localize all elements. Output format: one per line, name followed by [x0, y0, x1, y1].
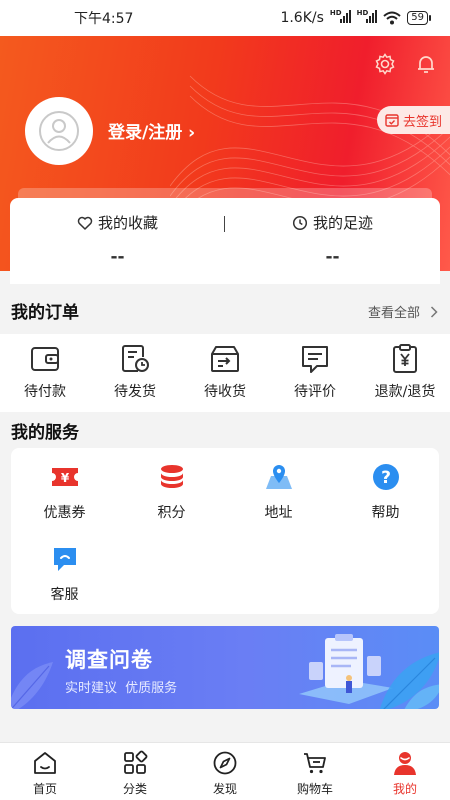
network-speed: 1.6K/s — [280, 10, 324, 26]
checkin-button[interactable]: 去签到 — [376, 106, 450, 134]
user-placeholder-icon — [39, 111, 79, 151]
status-bar: 下午4:57 1.6K/s HD HD 59 — [0, 0, 450, 36]
chevron-right-icon: › — [182, 123, 196, 143]
order-pending-receipt[interactable]: 待收货 — [180, 334, 270, 412]
favorites-count: -- — [110, 247, 125, 267]
order-pending-shipment[interactable]: 待发货 — [90, 334, 180, 412]
nav-label: 分类 — [122, 782, 147, 796]
favorites-card: 我的收藏 -- 我的足迹 -- — [10, 198, 440, 284]
compass-icon — [213, 751, 237, 775]
nav-label: 购物车 — [296, 782, 333, 796]
order-label: 待发货 — [114, 384, 156, 400]
footprints-count: -- — [325, 247, 340, 267]
notification-bell-icon[interactable] — [414, 52, 438, 76]
pending-ship-icon — [122, 345, 149, 372]
service-points[interactable]: 积分 — [118, 462, 225, 522]
signal-icon: HD — [330, 9, 351, 27]
nav-label: 首页 — [32, 782, 57, 796]
service-coupon[interactable]: ¥ 优惠券 — [11, 462, 118, 522]
battery-indicator: 59 — [407, 11, 431, 25]
home-icon — [34, 752, 56, 774]
nav-home[interactable]: 首页 — [0, 743, 90, 800]
survey-banner[interactable]: 调查问卷 实时建议 优质服务 — [11, 626, 439, 709]
order-label: 退款/退货 — [374, 384, 436, 400]
services-card: ¥ 优惠券 积分 地址 ? 帮助 客服 — [11, 448, 439, 614]
order-label: 待收货 — [204, 384, 246, 400]
delivery-box-icon — [211, 346, 239, 372]
service-customer-support[interactable]: 客服 — [11, 544, 118, 604]
service-label: 帮助 — [371, 505, 400, 521]
refund-icon — [393, 344, 417, 373]
signal-icon-2: HD — [357, 9, 378, 27]
nav-cart[interactable]: 购物车 — [270, 743, 360, 800]
order-label: 待评价 — [294, 384, 336, 400]
svg-text:?: ? — [381, 468, 391, 488]
nav-category[interactable]: 分类 — [90, 743, 180, 800]
orders-title: 我的订单 — [11, 303, 79, 323]
footprints-label: 我的足迹 — [312, 214, 373, 232]
points-icon — [160, 465, 183, 488]
order-label: 待付款 — [24, 384, 66, 400]
status-time: 下午4:57 — [74, 11, 134, 27]
chat-icon — [53, 548, 76, 571]
login-register-label: 登录/注册 — [108, 123, 183, 143]
service-label: 优惠券 — [43, 505, 86, 521]
checkin-label: 去签到 — [402, 114, 442, 130]
coupon-icon: ¥ — [51, 468, 78, 486]
orders-row: 待付款 待发货 待收货 待评价 退款/退货 — [0, 334, 450, 412]
footprints-entry[interactable]: 我的足迹 -- — [225, 212, 440, 267]
order-refund-return[interactable]: 退款/退货 — [360, 334, 450, 412]
banner-title: 调查问卷 — [65, 648, 153, 672]
settings-icon[interactable] — [373, 52, 397, 76]
cart-icon — [304, 753, 326, 774]
leaf-decoration-left — [11, 662, 53, 709]
favorites-entry[interactable]: 我的收藏 -- — [10, 212, 225, 267]
help-icon: ? — [372, 464, 399, 490]
services-title: 我的服务 — [11, 423, 79, 443]
login-register-link[interactable]: 登录/注册 › — [108, 118, 195, 143]
bottom-navigation: 首页 分类 发现 购物车 我的 — [0, 742, 450, 800]
leaf-decoration-right — [379, 652, 439, 709]
svg-text:¥: ¥ — [60, 471, 69, 485]
wifi-icon — [383, 11, 401, 25]
order-pending-review[interactable]: 待评价 — [270, 334, 360, 412]
calendar-check-icon — [385, 114, 399, 127]
service-help[interactable]: ? 帮助 — [332, 462, 439, 522]
nav-label: 发现 — [212, 782, 237, 796]
service-label: 客服 — [50, 587, 79, 603]
location-icon — [265, 465, 292, 489]
favorites-label: 我的收藏 — [97, 214, 158, 232]
wallet-icon — [31, 347, 59, 371]
heart-icon — [77, 216, 93, 230]
banner-subtitle: 实时建议 优质服务 — [65, 681, 178, 696]
service-address[interactable]: 地址 — [225, 462, 332, 522]
service-label: 地址 — [264, 505, 293, 521]
review-icon — [302, 346, 328, 373]
category-icon — [124, 750, 148, 774]
nav-label: 我的 — [392, 782, 417, 796]
nav-profile[interactable]: 我的 — [360, 743, 450, 800]
order-pending-payment[interactable]: 待付款 — [0, 334, 90, 412]
view-all-label: 查看全部 — [367, 306, 420, 321]
profile-icon — [394, 752, 416, 775]
view-all-orders-link[interactable]: 查看全部 — [368, 302, 438, 321]
nav-discover[interactable]: 发现 — [180, 743, 270, 800]
service-label: 积分 — [157, 505, 186, 521]
avatar[interactable] — [25, 97, 93, 165]
chevron-right-icon — [430, 305, 438, 318]
status-indicators: 1.6K/s HD HD 59 — [280, 9, 431, 27]
clock-icon — [292, 215, 308, 230]
